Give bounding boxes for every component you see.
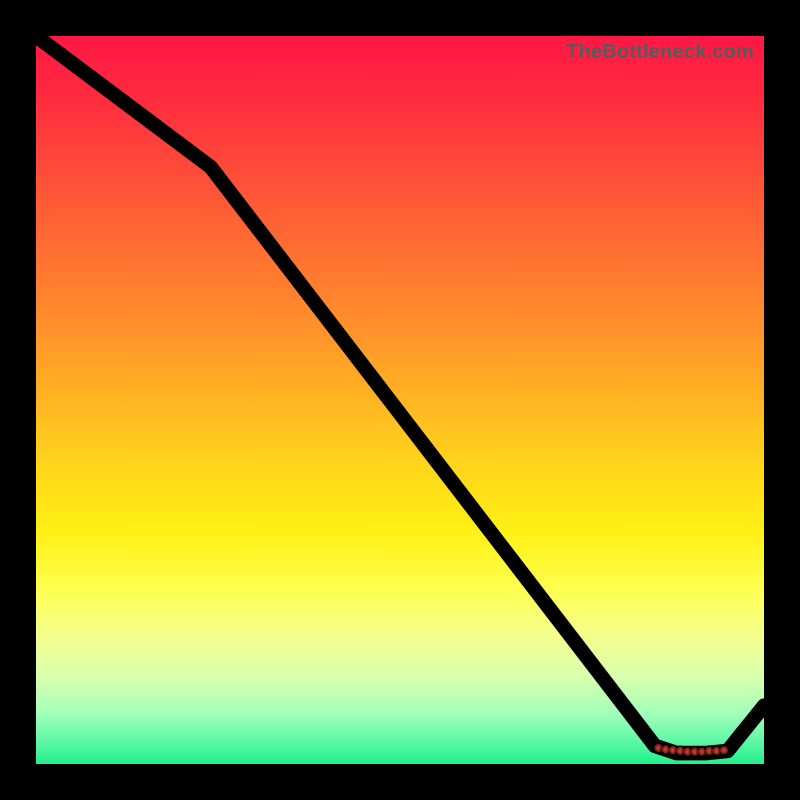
data-marker [720, 746, 728, 754]
chart-frame: TheBottleneck.com [0, 0, 800, 800]
plot-area: TheBottleneck.com [36, 36, 764, 764]
marker-group [654, 744, 728, 756]
data-line [36, 36, 764, 753]
chart-svg [36, 36, 764, 764]
